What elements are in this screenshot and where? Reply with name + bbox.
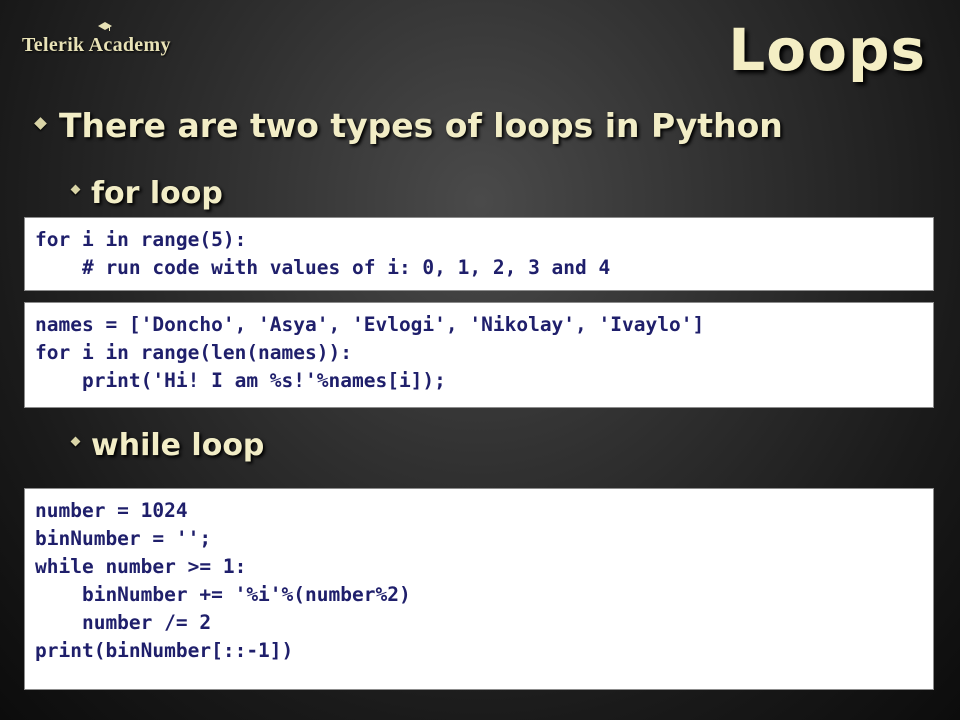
diamond-bullet-icon — [70, 184, 81, 195]
bullet-for-loop: for loop — [70, 176, 223, 211]
code-line: print('Hi! I am %s!'%names[i]); — [35, 369, 446, 392]
code-block-while-binary: number = 1024 binNumber = ''; while numb… — [24, 488, 934, 690]
code-line: number = 1024 — [35, 499, 188, 522]
code-block-for-range: for i in range(5): # run code with value… — [24, 217, 934, 291]
graduation-cap-icon — [98, 22, 112, 31]
bullet-for-loop-text: for loop — [91, 176, 223, 211]
telerik-academy-logo: Telerik Academy — [22, 22, 171, 57]
bullet-while-loop-text: while loop — [91, 428, 265, 463]
code-line: # run code with values of i: 0, 1, 2, 3 … — [35, 256, 611, 279]
code-line: while number >= 1: — [35, 555, 247, 578]
code-line: for i in range(5): — [35, 228, 247, 251]
code-line: print(binNumber[::-1]) — [35, 639, 294, 662]
code-line: binNumber = ''; — [35, 527, 212, 550]
code-line: for i in range(len(names)): — [35, 341, 352, 364]
diamond-bullet-icon — [34, 117, 47, 130]
code-line: binNumber += '%i'%(number%2) — [35, 583, 411, 606]
slide-title: Loops — [728, 16, 926, 84]
logo-text: Telerik Academy — [22, 34, 171, 56]
bullet-main: There are two types of loops in Python — [34, 106, 783, 145]
bullet-while-loop: while loop — [70, 428, 265, 463]
bullet-main-text: There are two types of loops in Python — [59, 106, 783, 145]
code-line: number /= 2 — [35, 611, 212, 634]
diamond-bullet-icon — [70, 436, 81, 447]
code-block-for-names: names = ['Doncho', 'Asya', 'Evlogi', 'Ni… — [24, 302, 934, 408]
code-line: names = ['Doncho', 'Asya', 'Evlogi', 'Ni… — [35, 313, 705, 336]
